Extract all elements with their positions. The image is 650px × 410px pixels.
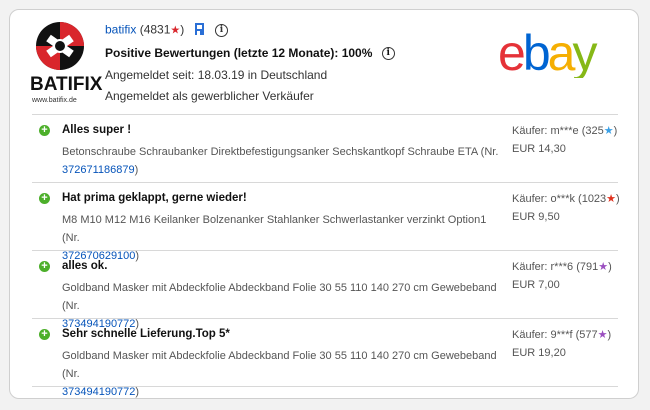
positive-feedback-label: Positive Bewertungen (letzte 12 Monate):…	[105, 46, 373, 60]
item-number-link[interactable]: 372671186879	[62, 164, 135, 176]
member-since: Angemeldet seit: 18.03.19 in Deutschland	[105, 68, 328, 82]
seller-line: batifix (4831★) i	[105, 22, 228, 39]
shop-icon[interactable]	[194, 22, 206, 39]
item-title: Goldband Masker mit Abdeckfolie Abdeckba…	[62, 282, 497, 312]
buyer-info: Käufer: r***6 (791★)	[512, 260, 612, 273]
rating-count: (4831	[139, 22, 171, 37]
positive-plus-icon: +	[39, 125, 50, 136]
batifix-logo: BATIFIX www.batifix.de	[30, 22, 103, 104]
review-row: + Hat prima geklappt, gerne wieder! M8 M…	[32, 184, 620, 262]
info-icon[interactable]: i	[214, 24, 228, 37]
divider	[32, 318, 618, 319]
buyer-close: )	[607, 329, 612, 341]
star-icon: ★	[603, 125, 614, 137]
review-item: Betonschraube Schraubanker Direktbefesti…	[62, 143, 502, 179]
info-icon[interactable]: i	[381, 47, 395, 61]
seller-name-link[interactable]: batifix	[105, 23, 136, 37]
buyer-info: Käufer: o***k (1023★)	[512, 192, 620, 205]
item-title: Goldband Masker mit Abdeckfolie Abdeckba…	[62, 350, 497, 380]
rating-close: )	[180, 22, 185, 37]
star-icon: ★	[170, 24, 181, 37]
business-seller-label: Angemeldet als gewerblicher Verkäufer	[105, 89, 314, 103]
item-title: Betonschraube Schraubanker Direktbefesti…	[62, 146, 499, 158]
ebay-letter-e: e	[498, 26, 524, 78]
feedback-card: BATIFIX www.batifix.de batifix (4831★) i…	[9, 9, 639, 399]
positive-plus-icon: +	[39, 193, 50, 204]
ebay-letter-b: b	[523, 26, 549, 78]
review-row: + Alles super ! Betonschraube Schraubank…	[32, 116, 618, 182]
divider	[32, 114, 618, 115]
seller-header: BATIFIX www.batifix.de batifix (4831★) i…	[10, 10, 640, 114]
positive-feedback: Positive Bewertungen (letzte 12 Monate):…	[105, 46, 395, 61]
buyer-info: Käufer: m***e (325★)	[512, 124, 617, 137]
buyer-close: )	[616, 193, 620, 205]
review-comment: Alles super !	[62, 124, 132, 136]
review-comment: alles ok.	[62, 260, 108, 272]
divider	[32, 182, 618, 183]
buyer-label: Käufer: m***e (325	[512, 125, 604, 137]
buyer-label: Käufer: r***6 (791	[512, 261, 599, 273]
review-row: + alles ok. Goldband Masker mit Abdeckfo…	[32, 252, 618, 330]
divider	[32, 386, 618, 387]
ebay-letter-y: y	[572, 26, 597, 78]
review-comment: Hat prima geklappt, gerne wieder!	[62, 192, 247, 204]
item-close: )	[134, 164, 139, 176]
ebay-letter-a: a	[548, 26, 576, 78]
star-icon: ★	[598, 261, 609, 273]
price: EUR 7,00	[512, 279, 560, 291]
star-icon: ★	[597, 329, 608, 341]
positive-plus-icon: +	[39, 329, 50, 340]
item-number-link[interactable]: 373494190772	[62, 386, 135, 398]
review-row: + Sehr schnelle Lieferung.Top 5* Goldban…	[32, 320, 618, 398]
buyer-close: )	[608, 261, 612, 273]
logo-url: www.batifix.de	[31, 97, 77, 104]
svg-text:ebay: ebay	[498, 26, 597, 78]
price: EUR 14,30	[512, 143, 566, 155]
divider	[32, 250, 618, 251]
logo-text: BATIFIX	[30, 74, 103, 95]
buyer-info: Käufer: 9***f (577★)	[512, 328, 611, 341]
ebay-logo: ebay	[498, 26, 600, 78]
price: EUR 9,50	[512, 211, 560, 223]
review-comment: Sehr schnelle Lieferung.Top 5*	[62, 328, 230, 340]
buyer-close: )	[613, 125, 618, 137]
item-close: )	[135, 386, 140, 398]
review-item: Goldband Masker mit Abdeckfolie Abdeckba…	[62, 347, 502, 401]
price: EUR 19,20	[512, 347, 566, 359]
positive-plus-icon: +	[39, 261, 50, 272]
buyer-label: Käufer: o***k (1023	[512, 193, 607, 205]
buyer-label: Käufer: 9***f (577	[512, 329, 598, 341]
item-title: M8 M10 M12 M16 Keilanker Bolzenanker Sta…	[62, 214, 487, 244]
star-icon: ★	[606, 193, 617, 205]
